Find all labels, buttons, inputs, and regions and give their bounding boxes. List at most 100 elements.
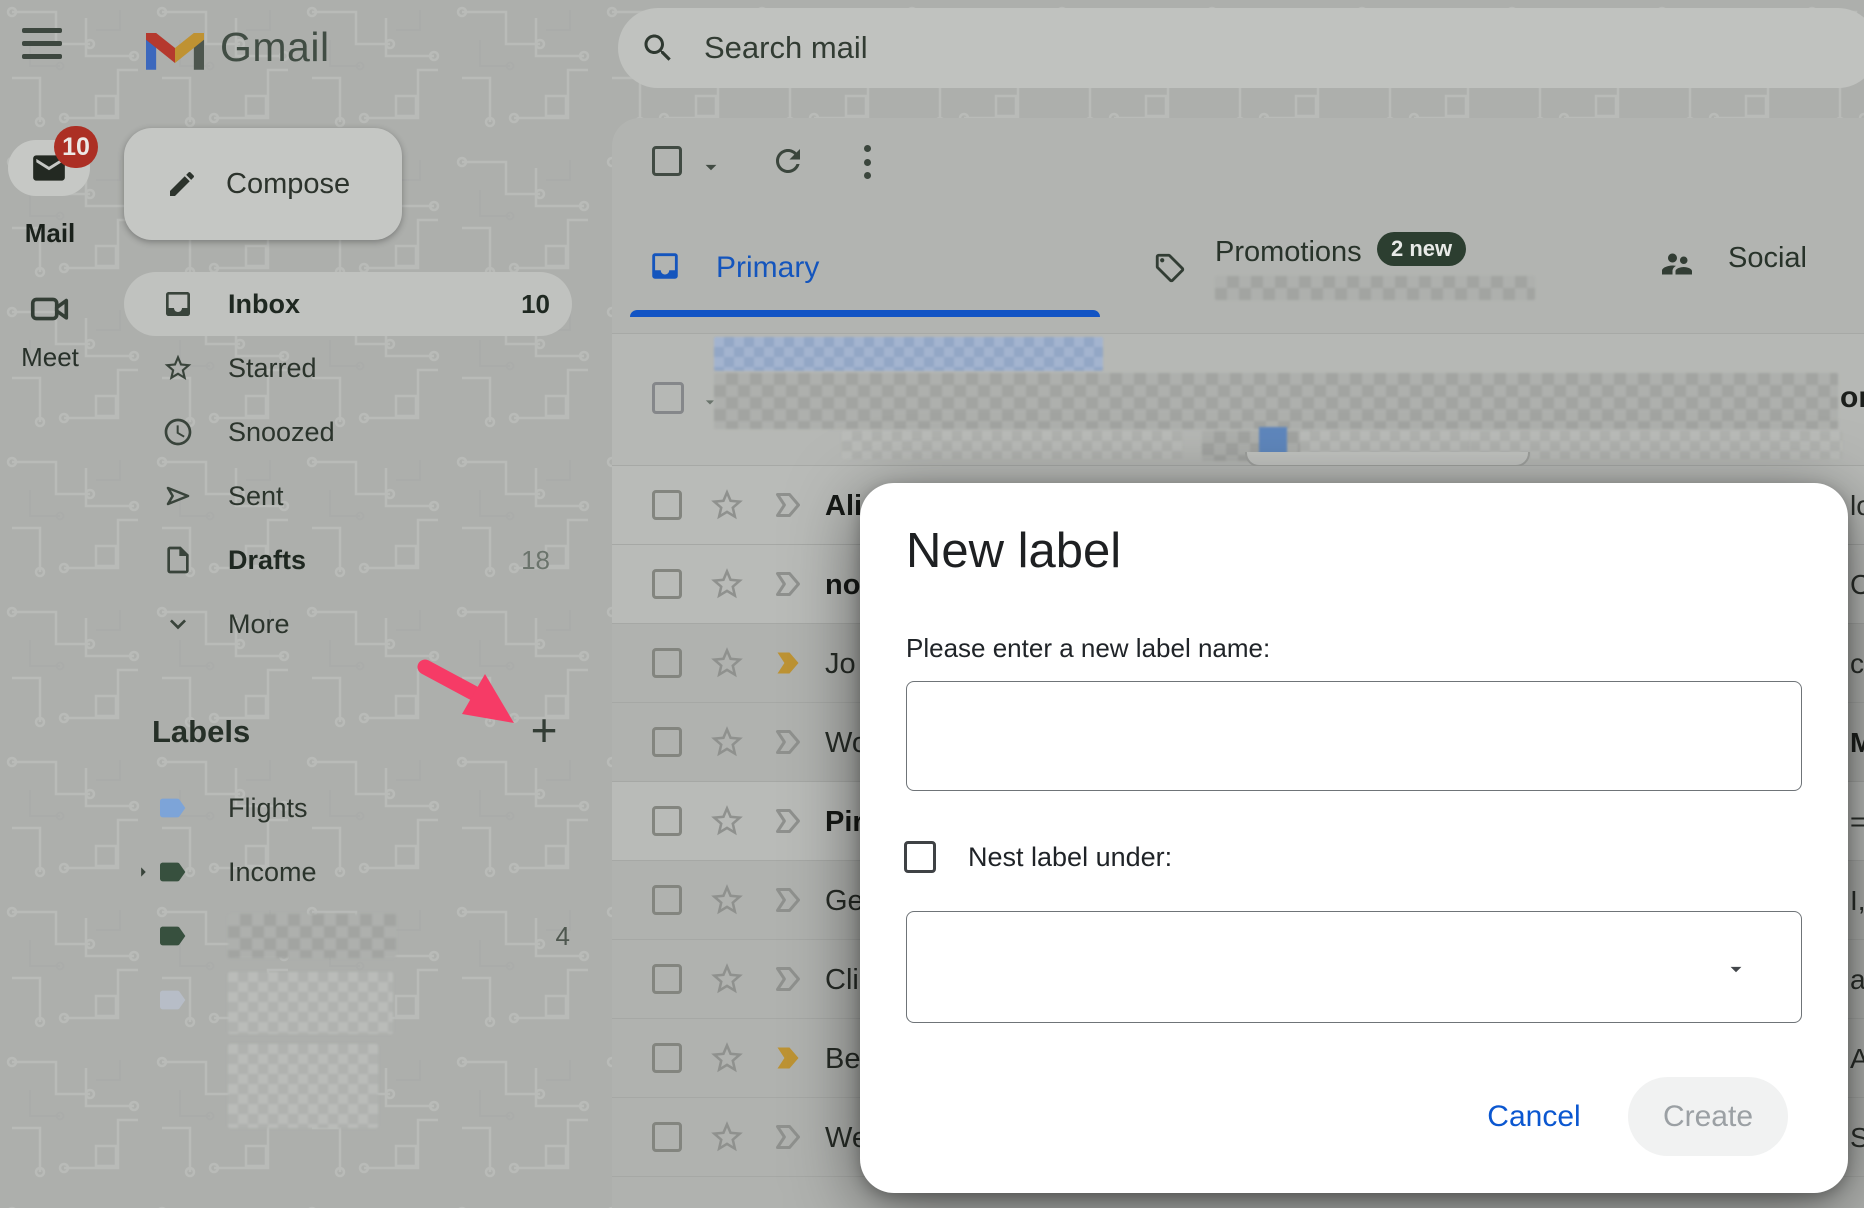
email-row-redacted[interactable]: om	[612, 333, 1864, 466]
compose-button[interactable]: Compose	[124, 128, 402, 240]
add-label-button[interactable]: +	[516, 702, 572, 758]
mail-unread-badge: 10	[54, 126, 98, 168]
sender-name: Jo	[825, 648, 856, 681]
inbox-tabs: Primary Promotions 2 new Social	[612, 232, 1864, 317]
row-edge-text: c	[1850, 648, 1864, 680]
star-icon[interactable]	[708, 644, 746, 682]
sidebar-item-inbox[interactable]: Inbox 10	[124, 272, 572, 336]
star-icon[interactable]	[708, 802, 746, 840]
label-name-input[interactable]	[906, 681, 1802, 791]
clock-icon	[162, 416, 194, 448]
main-menu-icon[interactable]	[22, 28, 62, 60]
select-all-checkbox[interactable]	[652, 146, 682, 176]
sender-name: Ge	[825, 885, 864, 918]
row-checkbox[interactable]	[652, 727, 682, 757]
nest-label-checkbox-label: Nest label under:	[968, 842, 1172, 873]
importance-marker-icon[interactable]	[770, 645, 806, 681]
create-button[interactable]: Create	[1628, 1077, 1788, 1156]
meet-camera-icon[interactable]	[27, 286, 73, 332]
tab-primary[interactable]: Primary	[612, 232, 1100, 317]
send-icon	[162, 480, 194, 512]
sidebar-label-income[interactable]: Income	[124, 840, 594, 904]
gmail-wordmark: Gmail	[220, 24, 330, 71]
label-name-prompt: Please enter a new label name:	[906, 633, 1270, 664]
more-options-icon[interactable]	[864, 145, 874, 179]
nest-label-checkbox[interactable]	[904, 841, 936, 873]
sidebar-nav: Inbox 10 Starred Snoozed Sent Drafts 18 …	[100, 272, 612, 656]
row-checkbox[interactable]	[652, 382, 684, 414]
importance-marker-icon[interactable]	[770, 1040, 806, 1076]
partial-pill-element	[1245, 452, 1530, 467]
sidebar-label-redacted-1[interactable]: 4	[124, 904, 594, 968]
importance-marker-icon[interactable]	[770, 487, 806, 523]
parent-label-select[interactable]	[906, 911, 1802, 1023]
redacted-sender	[714, 337, 1103, 371]
row-edge-text: =	[1850, 806, 1864, 838]
cancel-button[interactable]: Cancel	[1474, 1097, 1594, 1137]
row-checkbox[interactable]	[652, 806, 682, 836]
importance-marker-icon[interactable]	[770, 566, 806, 602]
expand-caret-icon[interactable]	[132, 861, 154, 883]
sidebar-item-sent[interactable]: Sent	[124, 464, 572, 528]
pencil-icon	[166, 168, 198, 200]
label-count: 4	[556, 921, 570, 952]
star-icon[interactable]	[708, 486, 746, 524]
tab-social[interactable]: Social	[1632, 232, 1864, 317]
tab-promotions[interactable]: Promotions 2 new	[1132, 232, 1532, 317]
importance-marker-icon[interactable]	[770, 1119, 806, 1155]
label-name: Flights	[228, 793, 308, 824]
importance-marker-icon[interactable]	[770, 961, 806, 997]
star-icon[interactable]	[708, 1039, 746, 1077]
label-tag-icon	[156, 856, 188, 888]
chevron-down-icon	[162, 608, 194, 640]
search-icon	[640, 30, 676, 66]
importance-marker-icon[interactable]	[770, 803, 806, 839]
sidebar-item-label: More	[228, 609, 290, 640]
row-checkbox[interactable]	[652, 490, 682, 520]
label-name: Income	[228, 857, 317, 888]
row-checkbox[interactable]	[652, 964, 682, 994]
star-icon[interactable]	[708, 960, 746, 998]
row-edge-text: I,	[1850, 885, 1864, 917]
gmail-m-icon	[146, 26, 204, 70]
star-icon[interactable]	[708, 881, 746, 919]
row-edge-text: M	[1850, 727, 1864, 759]
sidebar-label-redacted-2[interactable]	[124, 968, 594, 1032]
redacted-snippet	[842, 431, 1182, 459]
redacted-label-name	[228, 972, 393, 1034]
sidebar-item-snoozed[interactable]: Snoozed	[124, 400, 572, 464]
sender-name: Pir	[825, 806, 864, 839]
row-edge-text: om	[1840, 381, 1864, 415]
inbox-icon	[162, 288, 194, 320]
refresh-icon[interactable]	[770, 143, 806, 179]
social-people-icon	[1659, 246, 1695, 282]
row-checkbox[interactable]	[652, 885, 682, 915]
star-icon[interactable]	[708, 565, 746, 603]
row-edge-text: S	[1850, 1122, 1864, 1154]
compose-label: Compose	[226, 168, 350, 201]
row-edge-text: C	[1850, 569, 1864, 601]
sidebar-item-label: Sent	[228, 481, 284, 512]
sidebar-item-drafts[interactable]: Drafts 18	[124, 528, 572, 592]
star-icon[interactable]	[708, 723, 746, 761]
importance-marker-icon[interactable]	[770, 882, 806, 918]
row-edge-text: lo	[1850, 490, 1864, 522]
row-checkbox[interactable]	[652, 1122, 682, 1152]
star-icon[interactable]	[708, 1118, 746, 1156]
row-checkbox[interactable]	[652, 648, 682, 678]
select-options-caret-icon[interactable]	[698, 154, 724, 180]
redacted-label-block	[228, 1044, 378, 1128]
gmail-logo[interactable]: Gmail	[146, 24, 330, 71]
sidebar-label-flights[interactable]: Flights	[124, 776, 594, 840]
search-input[interactable]	[702, 29, 1602, 67]
sidebar-item-count: 10	[521, 289, 550, 320]
label-tag-icon	[156, 920, 188, 952]
row-checkbox[interactable]	[652, 1043, 682, 1073]
row-checkbox[interactable]	[652, 569, 682, 599]
sidebar-item-more[interactable]: More	[124, 592, 572, 656]
sidebar-item-starred[interactable]: Starred	[124, 336, 572, 400]
importance-marker-icon[interactable]	[770, 724, 806, 760]
search-bar[interactable]	[618, 8, 1864, 88]
row-edge-text: a	[1850, 964, 1864, 996]
redacted-label-name	[228, 914, 396, 958]
